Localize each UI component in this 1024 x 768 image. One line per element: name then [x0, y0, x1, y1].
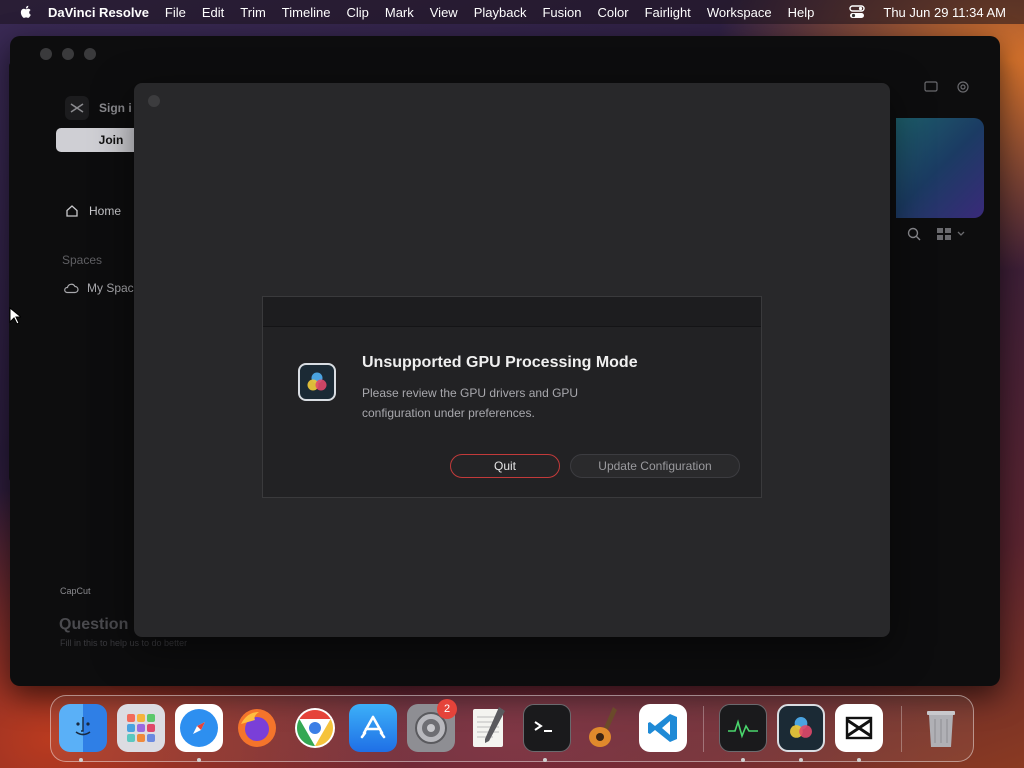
davinci-resolve-icon: [298, 363, 336, 401]
menu-fusion[interactable]: Fusion: [542, 5, 581, 20]
sign-in-row[interactable]: Sign i: [65, 96, 132, 120]
menu-edit[interactable]: Edit: [202, 5, 224, 20]
spaces-heading: Spaces: [62, 253, 103, 267]
menu-clip[interactable]: Clip: [346, 5, 368, 20]
menu-trim[interactable]: Trim: [240, 5, 266, 20]
safari-running-indicator: [197, 758, 201, 762]
terminal-running-indicator: [543, 758, 547, 762]
search-icon[interactable]: [906, 226, 922, 242]
finder-icon[interactable]: [59, 704, 107, 752]
sidebar-item-label: Home: [89, 204, 122, 218]
capcut-brand-text: CapCut: [60, 586, 91, 596]
apple-menu-icon[interactable]: [18, 4, 34, 20]
menubar-clock[interactable]: Thu Jun 29 11:34 AM: [883, 5, 1006, 20]
dialog-titlebar: [263, 297, 761, 327]
menu-workspace[interactable]: Workspace: [707, 5, 772, 20]
dock-separator: [703, 706, 704, 752]
menu-file[interactable]: File: [165, 5, 186, 20]
terminal-icon[interactable]: [523, 704, 571, 752]
settings-gear-icon[interactable]: [956, 80, 970, 94]
grid-view-toggle-icon[interactable]: [936, 226, 968, 242]
notification-badge: 2: [437, 699, 457, 719]
capcut-logo-icon: [65, 96, 89, 120]
sidebar-item-label: My Spac: [87, 281, 134, 295]
window-close-button[interactable]: [148, 95, 160, 107]
menu-timeline[interactable]: Timeline: [282, 5, 331, 20]
dialog-title: Unsupported GPU Processing Mode: [362, 354, 638, 371]
window-traffic-lights: [40, 48, 96, 60]
capcut-icon[interactable]: [835, 704, 883, 752]
control-center-icon[interactable]: [849, 5, 866, 19]
activity-monitor-running-indicator: [741, 758, 745, 762]
quit-button[interactable]: Quit: [450, 454, 560, 478]
sidebar-item-my-space[interactable]: My Spac: [63, 281, 134, 295]
close-button[interactable]: [40, 48, 52, 60]
dock: 2: [50, 695, 974, 762]
system-settings-icon[interactable]: 2: [407, 699, 457, 752]
dialog-message: Please review the GPU drivers and GPU co…: [362, 386, 579, 420]
window-toolbar: [924, 80, 970, 94]
question-title: Question: [59, 616, 129, 633]
finder-running-indicator: [79, 758, 83, 762]
menu-playback[interactable]: Playback: [474, 5, 527, 20]
safari-icon[interactable]: [175, 704, 223, 752]
trash-icon[interactable]: [917, 704, 965, 752]
mouse-pointer-icon: [9, 307, 21, 325]
home-icon: [66, 205, 78, 217]
capcut-running-indicator: [857, 758, 861, 762]
gpu-error-dialog: Unsupported GPU Processing Mode Please r…: [262, 296, 762, 498]
minimize-button[interactable]: [62, 48, 74, 60]
menu-bar: DaVinci Resolve File Edit Trim Timeline …: [0, 0, 1024, 24]
chrome-icon[interactable]: [291, 704, 339, 752]
vscode-icon[interactable]: [639, 704, 687, 752]
dock-separator: [901, 706, 902, 752]
zoom-button[interactable]: [84, 48, 96, 60]
sidebar-item-home[interactable]: Home: [65, 204, 121, 218]
davinci-resolve-dock-icon[interactable]: [777, 704, 825, 752]
garageband-icon[interactable]: [581, 704, 629, 752]
activity-monitor-icon[interactable]: [719, 704, 767, 752]
menu-mark[interactable]: Mark: [385, 5, 414, 20]
feedback-icon[interactable]: [924, 80, 938, 94]
sign-in-label: Sign i: [99, 101, 132, 115]
app-store-icon[interactable]: [349, 704, 397, 752]
question-subtitle: Fill in this to help us to do better: [60, 638, 188, 648]
launchpad-icon[interactable]: [117, 704, 165, 752]
textedit-icon[interactable]: [465, 704, 513, 752]
davinci-resolve-running-indicator: [799, 758, 803, 762]
firefox-icon[interactable]: [233, 704, 281, 752]
menu-color[interactable]: Color: [597, 5, 628, 20]
promo-banner[interactable]: [896, 118, 984, 218]
menu-help[interactable]: Help: [788, 5, 815, 20]
cloud-icon: [64, 283, 79, 294]
update-configuration-button[interactable]: Update Configuration: [570, 454, 740, 478]
menu-view[interactable]: View: [430, 5, 458, 20]
app-name-menu[interactable]: DaVinci Resolve: [48, 5, 149, 20]
menu-fairlight[interactable]: Fairlight: [645, 5, 691, 20]
